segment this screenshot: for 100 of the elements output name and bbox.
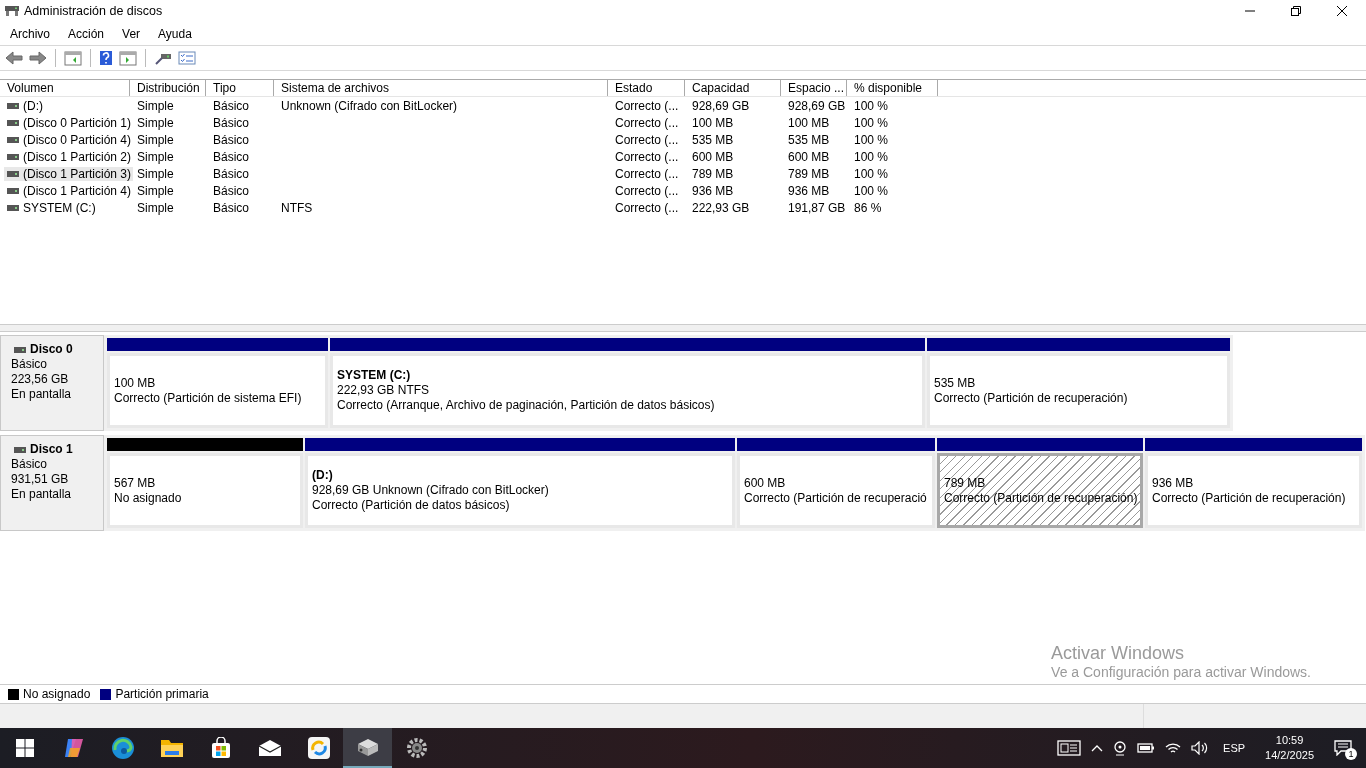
table-cell: Simple (137, 200, 174, 215)
table-cell: 86 % (854, 200, 882, 215)
volume-name-cell[interactable]: (Disco 1 Partición 3) (4, 167, 134, 181)
partition-block[interactable]: SYSTEM (C:) 222,93 GB NTFS Correcto (Arranque, Archivo de paginación, Partición de datos básicos) (330, 353, 925, 428)
disk-info-panel[interactable]: Disco 0 Básico 223,56 GB En pantalla (0, 335, 104, 431)
column-header[interactable]: Sistema de archivos (274, 80, 608, 96)
forward-arrow-icon[interactable] (29, 50, 47, 66)
envelope-icon (257, 739, 282, 757)
menu-item[interactable]: Acción (68, 26, 105, 41)
volume-name-cell[interactable]: (D:) (4, 99, 45, 113)
partition-size: 789 MB (944, 475, 987, 491)
drive-icon (7, 188, 19, 194)
column-header[interactable]: Estado (608, 80, 685, 96)
disk-app-icon (4, 4, 20, 18)
table-cell: Simple (137, 166, 174, 181)
table-cell: Básico (213, 98, 250, 113)
table-cell: 100 % (854, 166, 889, 181)
disk-size: 223,56 GB (11, 372, 70, 387)
column-header[interactable]: % disponible (847, 80, 938, 96)
partition-block[interactable]: 600 MB Correcto (Partición de recuperació (737, 453, 935, 528)
table-cell: 535 MB (788, 132, 830, 147)
notification-icon[interactable] (1334, 740, 1352, 756)
partition-status: Correcto (Arranque, Archivo de paginación, Partición de datos básicos) (337, 398, 716, 413)
table-cell: 600 MB (692, 149, 734, 164)
legend-label: Partición primaria (115, 687, 209, 701)
volume-name-cell[interactable]: (Disco 1 Partición 2) (4, 150, 134, 164)
table-cell: Básico (213, 183, 250, 198)
properties-icon[interactable] (178, 50, 196, 66)
partition-status: Correcto (Partición de recuperación) (1152, 490, 1347, 506)
clock[interactable]: 10:59 14/2/2025 (1265, 733, 1314, 763)
table-cell: Correcto (... (615, 166, 679, 181)
table-cell: Básico (213, 149, 250, 164)
table-cell: 100 % (854, 132, 889, 147)
table-cell: Básico (213, 132, 250, 147)
close-icon[interactable] (1336, 5, 1348, 17)
drive-icon (7, 120, 19, 126)
partition-size: 567 MB (114, 475, 157, 491)
partition-block[interactable]: 567 MB No asignado (107, 453, 303, 528)
table-cell: Simple (137, 132, 174, 147)
partition-block[interactable]: 789 MB Correcto (Partición de recuperación) (937, 453, 1143, 528)
action-pane-icon[interactable] (119, 50, 137, 66)
disk-drive-icon (355, 736, 380, 758)
partition-block[interactable]: 100 MB Correcto (Partición de sistema EFI) (107, 353, 328, 428)
wifi-icon[interactable] (1165, 741, 1182, 755)
activation-title: Activar Windows (1051, 643, 1186, 664)
taskbar-app[interactable] (343, 728, 392, 768)
speaker-icon[interactable] (1191, 741, 1210, 755)
column-header[interactable]: Espacio ... (781, 80, 847, 96)
sync-app-icon (306, 736, 331, 760)
table-cell: 222,93 GB (692, 200, 750, 215)
camera-icon[interactable] (1113, 740, 1128, 756)
volume-name-cell[interactable]: (Disco 1 Partición 4) (4, 184, 134, 198)
column-header[interactable]: Volumen (0, 80, 130, 96)
volume-name-cell[interactable]: (Disco 0 Partición 4) (4, 133, 134, 147)
volume-name-cell[interactable]: SYSTEM (C:) (4, 201, 98, 215)
table-cell: 936 MB (692, 183, 734, 198)
browser-icon (110, 736, 135, 760)
widgets-icon[interactable] (1057, 740, 1082, 756)
table-cell: 100 % (854, 115, 889, 130)
partition-block[interactable]: 535 MB Correcto (Partición de recuperación) (927, 353, 1230, 428)
partition-block[interactable]: (D:) 928,69 GB Unknown (Cifrado con BitLocker) Correcto (Partición de datos básicos) (305, 453, 735, 528)
disk-info-panel[interactable]: Disco 1 Básico 931,51 GB En pantalla (0, 435, 104, 531)
partition-size: 222,93 GB NTFS (337, 383, 431, 398)
menu-item[interactable]: Ayuda (158, 26, 192, 41)
language-indicator[interactable]: ESP (1223, 742, 1246, 754)
disk-name: Disco 1 (30, 442, 73, 457)
table-cell: 789 MB (692, 166, 734, 181)
table-cell: Simple (137, 149, 174, 164)
column-header[interactable]: Tipo (206, 80, 274, 96)
table-cell: 789 MB (788, 166, 830, 181)
drive-icon (7, 154, 19, 160)
disk-size: 931,51 GB (11, 472, 70, 487)
battery-icon[interactable] (1137, 742, 1156, 754)
table-cell: 535 MB (692, 132, 734, 147)
help-icon[interactable] (99, 50, 113, 66)
table-cell: 928,69 GB (692, 98, 750, 113)
menu-item[interactable]: Ver (122, 26, 141, 41)
table-cell: Unknown (Cifrado con BitLocker) (281, 98, 458, 113)
chevron-up-icon[interactable] (1091, 744, 1104, 752)
partition-name: (D:) (312, 468, 334, 483)
disk-status: En pantalla (11, 387, 73, 402)
volume-name-cell[interactable]: (Disco 0 Partición 1) (4, 116, 134, 130)
partition-status: Correcto (Partición de recuperació (744, 490, 928, 506)
table-cell: 936 MB (788, 183, 830, 198)
menu-item[interactable]: Archivo (10, 26, 50, 41)
console-tree-icon[interactable] (64, 50, 82, 66)
table-cell: Correcto (... (615, 132, 679, 147)
partition-size: 936 MB (1152, 475, 1195, 491)
partition-block[interactable]: 936 MB Correcto (Partición de recuperación) (1145, 453, 1362, 528)
table-cell: 928,69 GB (788, 98, 846, 113)
drive-icon (7, 171, 19, 177)
column-header[interactable]: Distribución (130, 80, 206, 96)
table-cell: 191,87 GB (788, 200, 846, 215)
partition-status: Correcto (Partición de sistema EFI) (114, 390, 303, 406)
window-title: Administración de discos (24, 4, 163, 18)
back-arrow-icon[interactable] (5, 50, 23, 66)
disk-type: Básico (11, 357, 49, 372)
restore-icon[interactable] (1290, 5, 1302, 17)
legend-label: No asignado (23, 687, 91, 701)
column-header[interactable]: Capacidad (685, 80, 781, 96)
